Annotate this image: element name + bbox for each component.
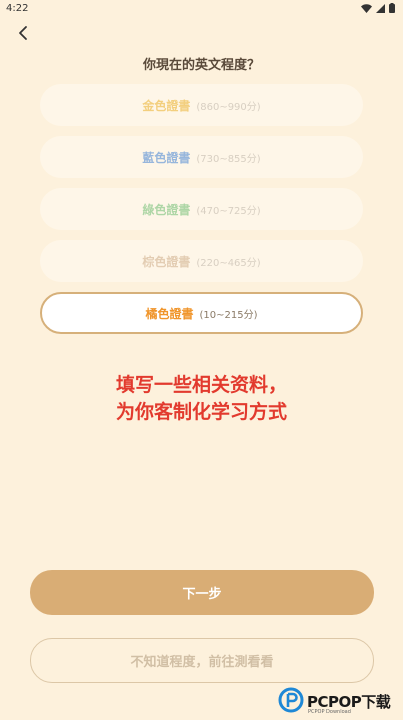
option-name: 藍色證書	[142, 150, 191, 165]
next-button[interactable]: 下一步	[30, 570, 374, 615]
signal-icon	[376, 3, 385, 13]
status-icons	[361, 3, 395, 13]
watermark: PCPOP下载 PCPOP Download	[278, 683, 403, 720]
promo-line-2: 为你客制化学习方式	[115, 401, 287, 423]
promo-text: 填写一些相关资料， 为你客制化学习方式	[0, 372, 403, 426]
battery-icon	[389, 3, 395, 13]
option-brown[interactable]: 棕色證書 (220~465分)	[40, 240, 363, 282]
option-range: (470~725分)	[196, 205, 261, 217]
option-range: (220~465分)	[196, 257, 261, 269]
option-name: 棕色證書	[142, 254, 191, 269]
option-blue[interactable]: 藍色證書 (730~855分)	[40, 136, 363, 178]
option-range: (860~990分)	[196, 101, 261, 113]
back-button[interactable]	[12, 24, 34, 46]
chevron-left-icon	[17, 25, 29, 45]
option-name: 橘色證書	[145, 306, 194, 321]
pcpop-logo-icon	[278, 687, 304, 717]
option-green[interactable]: 綠色證書 (470~725分)	[40, 188, 363, 230]
status-bar: 4:22	[0, 0, 403, 16]
watermark-sub: PCPOP Download	[308, 709, 351, 715]
take-test-button[interactable]: 不知道程度，前往測看看	[30, 638, 374, 683]
option-name: 金色證書	[142, 98, 191, 113]
option-orange[interactable]: 橘色證書 (10~215分)	[40, 292, 363, 334]
option-name: 綠色證書	[142, 202, 191, 217]
option-gold[interactable]: 金色證書 (860~990分)	[40, 84, 363, 126]
option-range: (730~855分)	[196, 153, 261, 165]
level-question: 你現在的英文程度？	[142, 58, 260, 73]
wifi-icon	[361, 3, 372, 13]
promo-line-1: 填写一些相关资料，	[115, 374, 287, 396]
status-time: 4:22	[6, 2, 29, 14]
option-range: (10~215分)	[199, 309, 258, 321]
